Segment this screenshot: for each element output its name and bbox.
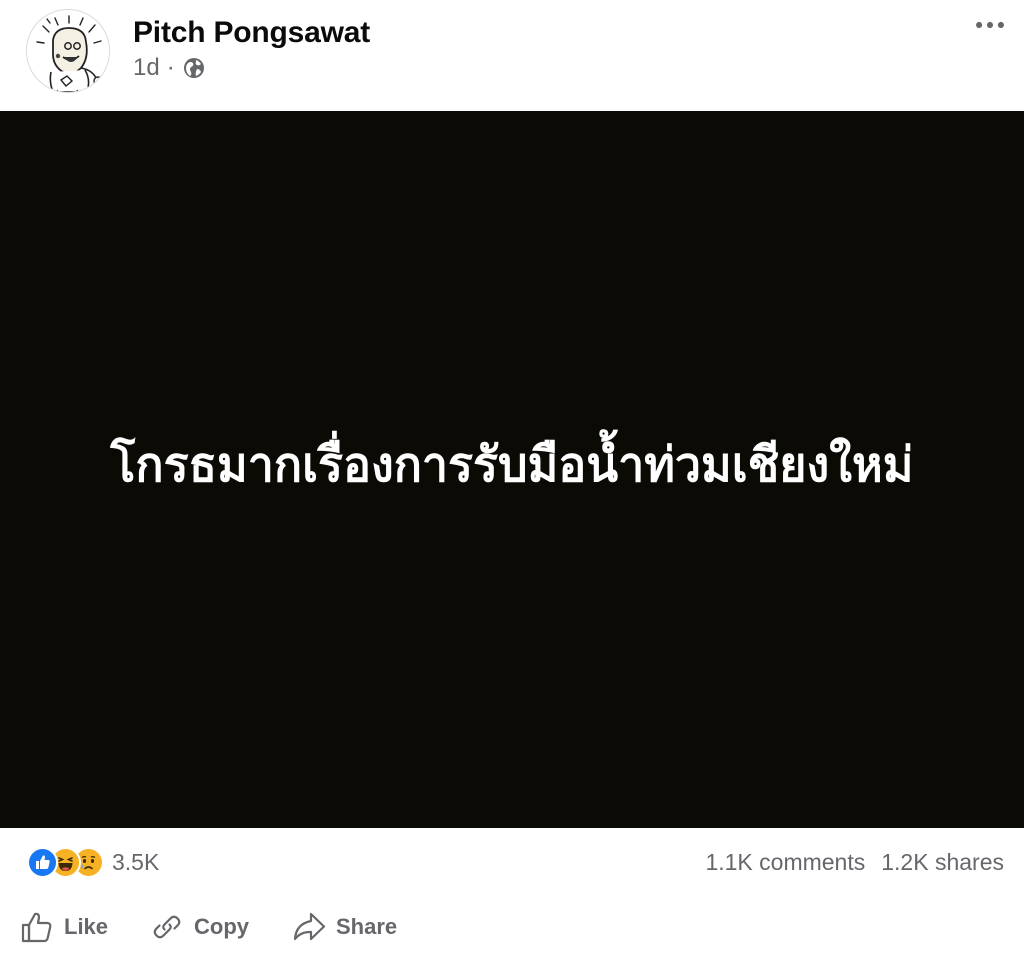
post-meta: 1d ·: [133, 54, 205, 82]
share-button[interactable]: Share: [292, 910, 397, 944]
more-horizontal-icon: [976, 21, 1004, 29]
share-label: Share: [336, 914, 398, 939]
comments-count[interactable]: 1.1K comments: [705, 849, 865, 876]
post-header: Pitch Pongsawat 1d ·: [0, 0, 1024, 111]
link-icon: [153, 915, 181, 939]
copy-button[interactable]: Copy: [150, 910, 249, 944]
reaction-summary[interactable]: 3.5K: [27, 846, 160, 878]
share-arrow-icon: [293, 912, 326, 941]
like-button[interactable]: Like: [20, 910, 108, 944]
meta-separator: ·: [166, 54, 175, 81]
copy-label: Copy: [194, 914, 249, 939]
author-avatar[interactable]: [26, 9, 110, 93]
post-image[interactable]: โกรธมากเรื่องการรับมือน้ำท่วมเชียงใหม่: [0, 111, 1024, 828]
post-timestamp[interactable]: 1d: [133, 54, 160, 82]
like-icon: [27, 846, 58, 878]
engagement-counts: 1.1K comments 1.2K shares: [705, 848, 1004, 876]
reaction-count: 3.5K: [112, 848, 160, 875]
post-actions: Like Copy Share: [0, 896, 1024, 955]
cartoon-avatar-icon: [27, 10, 109, 92]
facebook-post: Pitch Pongsawat 1d · โกรธมากเรื่องการรับ: [0, 0, 1024, 955]
shares-count[interactable]: 1.2K shares: [881, 849, 1004, 876]
author-name[interactable]: Pitch Pongsawat: [133, 16, 370, 50]
like-label: Like: [64, 914, 109, 939]
more-options-button[interactable]: [968, 10, 1012, 40]
reaction-summary-bar: 3.5K 1.1K comments 1.2K shares: [0, 828, 1024, 896]
thumbs-up-icon: [21, 912, 52, 943]
post-image-text: โกรธมากเรื่องการรับมือน้ำท่วมเชียงใหม่: [110, 436, 914, 493]
globe-icon: [183, 57, 205, 79]
